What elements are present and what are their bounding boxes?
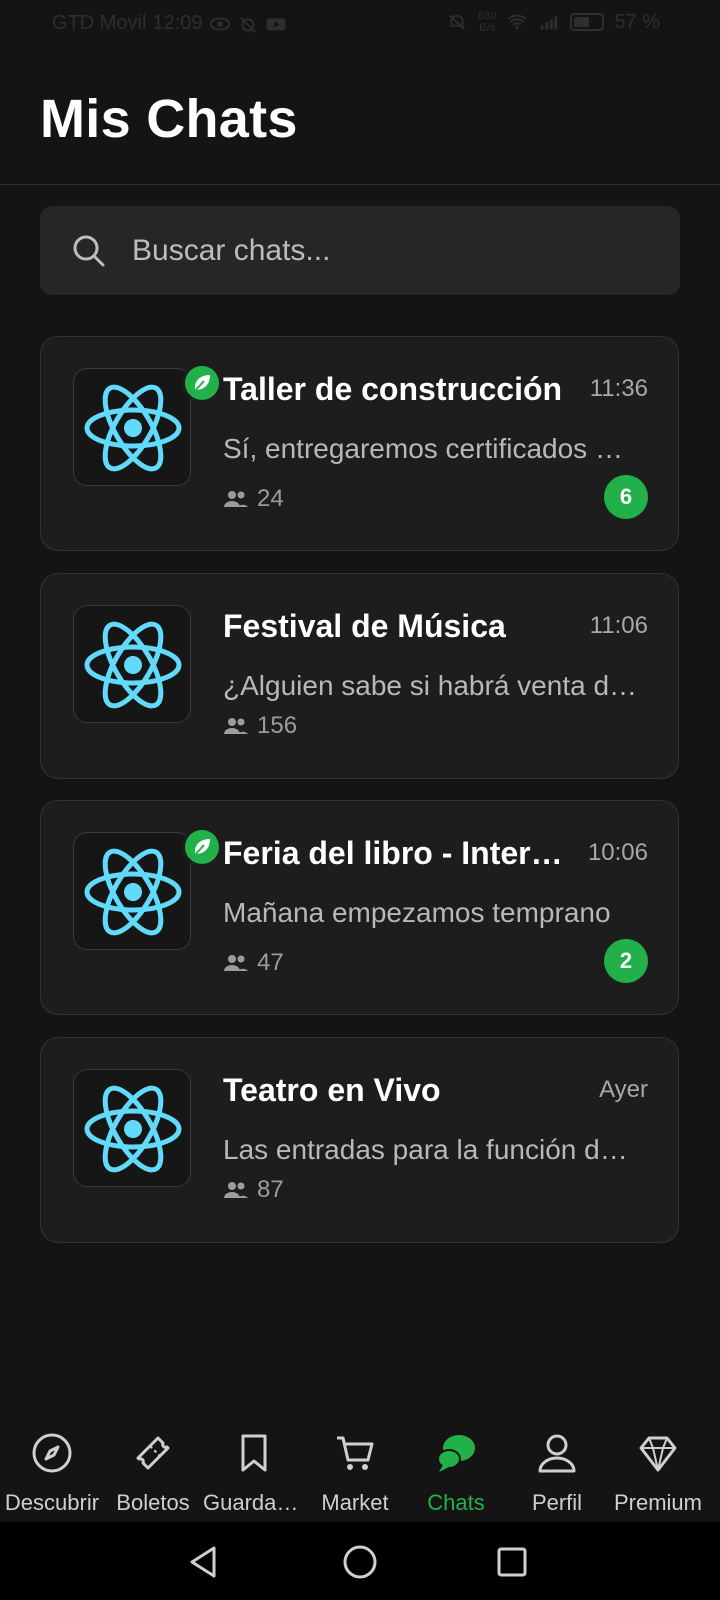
nav-tab-premium[interactable]: Premium xyxy=(607,1420,709,1522)
chat-last-message: Mañana empezamos temprano xyxy=(223,897,611,928)
members-icon xyxy=(224,491,248,507)
ticket-icon xyxy=(132,1432,174,1474)
chat-time: 10:06 xyxy=(587,839,648,866)
wifi-icon xyxy=(507,14,528,30)
nav-label: Guardados xyxy=(203,1490,305,1515)
chat-bubbles-icon xyxy=(435,1432,477,1474)
user-icon xyxy=(536,1432,578,1474)
status-bar: GTD Movil 12:09 830 B/s 57 % xyxy=(0,0,720,48)
nav-tab-descubrir[interactable]: Descubrir xyxy=(1,1420,103,1522)
nav-tab-chats[interactable]: Chats xyxy=(405,1420,507,1522)
bottom-navigation: Descubrir Boletos Guardados Market Chats… xyxy=(0,1420,720,1522)
system-navigation-bar xyxy=(0,1522,720,1600)
chat-last-message: Sí, entregaremos certificados de partici… xyxy=(223,433,638,464)
nav-label: Premium xyxy=(613,1490,702,1515)
react-logo-icon xyxy=(84,621,182,709)
react-logo-icon xyxy=(84,1085,182,1173)
bookmark-icon xyxy=(233,1432,275,1474)
home-icon[interactable] xyxy=(340,1542,380,1582)
signal-icon xyxy=(541,16,558,30)
members-icon xyxy=(224,1182,248,1198)
chat-name: Teatro en Vivo xyxy=(223,1072,441,1108)
back-icon[interactable] xyxy=(184,1542,224,1582)
chat-avatar xyxy=(73,1069,191,1187)
eye-icon xyxy=(209,17,230,30)
leaf-badge-icon xyxy=(182,827,222,867)
search-bar[interactable] xyxy=(40,206,680,295)
recents-icon[interactable] xyxy=(492,1542,532,1582)
chat-card[interactable]: Feria del libro - Internacional 10:06 Ma… xyxy=(40,800,679,1015)
nav-tab-boletos[interactable]: Boletos xyxy=(102,1420,204,1522)
members-count: 156 xyxy=(257,712,298,739)
chat-avatar xyxy=(73,605,191,723)
mute-icon xyxy=(449,14,466,31)
nav-label: Perfil xyxy=(531,1490,583,1515)
chat-name: Taller de construcción xyxy=(223,371,563,407)
battery-percent: 57 % xyxy=(614,10,660,33)
youtube-icon xyxy=(266,18,285,30)
unread-badge: 6 xyxy=(604,475,648,519)
chat-name: Feria del libro - Internacional xyxy=(223,835,563,871)
chat-members: 156 xyxy=(223,712,297,740)
chat-members: 24 xyxy=(223,485,284,513)
nav-label: Chats xyxy=(427,1490,485,1515)
nav-tab-perfil[interactable]: Perfil xyxy=(506,1420,608,1522)
chat-card[interactable]: Teatro en Vivo Ayer Las entradas para la… xyxy=(40,1037,679,1243)
chat-members: 87 xyxy=(223,1176,284,1204)
chat-last-message: ¿Alguien sabe si habrá venta de comida? xyxy=(223,670,638,701)
leaf-badge-icon xyxy=(182,363,222,403)
chat-avatar xyxy=(73,827,222,950)
chat-name: Festival de Música xyxy=(223,608,506,644)
page-title: Mis Chats xyxy=(40,89,298,149)
members-count: 24 xyxy=(257,485,284,512)
header: Mis Chats xyxy=(0,48,720,185)
chat-time: Ayer xyxy=(599,1076,648,1103)
chat-time: 11:36 xyxy=(589,375,648,402)
chat-card[interactable]: Taller de construcción 11:36 Sí, entrega… xyxy=(40,336,679,551)
network-speed: 830 B/s xyxy=(478,10,497,34)
alarm-off-icon xyxy=(239,16,256,33)
nav-label: Boletos xyxy=(116,1490,190,1515)
compass-icon xyxy=(31,1432,73,1474)
carrier-label: GTD Movil xyxy=(52,12,147,34)
chat-card[interactable]: Festival de Música 11:06 ¿Alguien sabe s… xyxy=(40,573,679,779)
react-logo-icon xyxy=(84,848,182,936)
chat-time: 11:06 xyxy=(589,612,648,639)
react-logo-icon xyxy=(84,384,182,472)
members-icon xyxy=(224,955,248,971)
chat-last-message: Las entradas para la función de hoy xyxy=(223,1134,638,1165)
search-input[interactable] xyxy=(130,222,654,280)
members-count: 87 xyxy=(257,1176,284,1203)
unread-badge: 2 xyxy=(604,939,648,983)
clock: 12:09 xyxy=(152,12,203,34)
battery-icon xyxy=(570,13,605,31)
nav-tab-guardados[interactable]: Guardados xyxy=(203,1420,305,1522)
nav-label: Market xyxy=(321,1490,389,1515)
chat-members: 47 xyxy=(223,949,284,977)
nav-tab-market[interactable]: Market xyxy=(304,1420,406,1522)
cart-icon xyxy=(334,1432,376,1474)
members-icon xyxy=(224,718,248,734)
search-icon xyxy=(73,235,105,267)
diamond-icon xyxy=(637,1432,679,1474)
chat-avatar xyxy=(73,363,222,486)
nav-label: Descubrir xyxy=(4,1490,100,1515)
members-count: 47 xyxy=(257,949,284,976)
